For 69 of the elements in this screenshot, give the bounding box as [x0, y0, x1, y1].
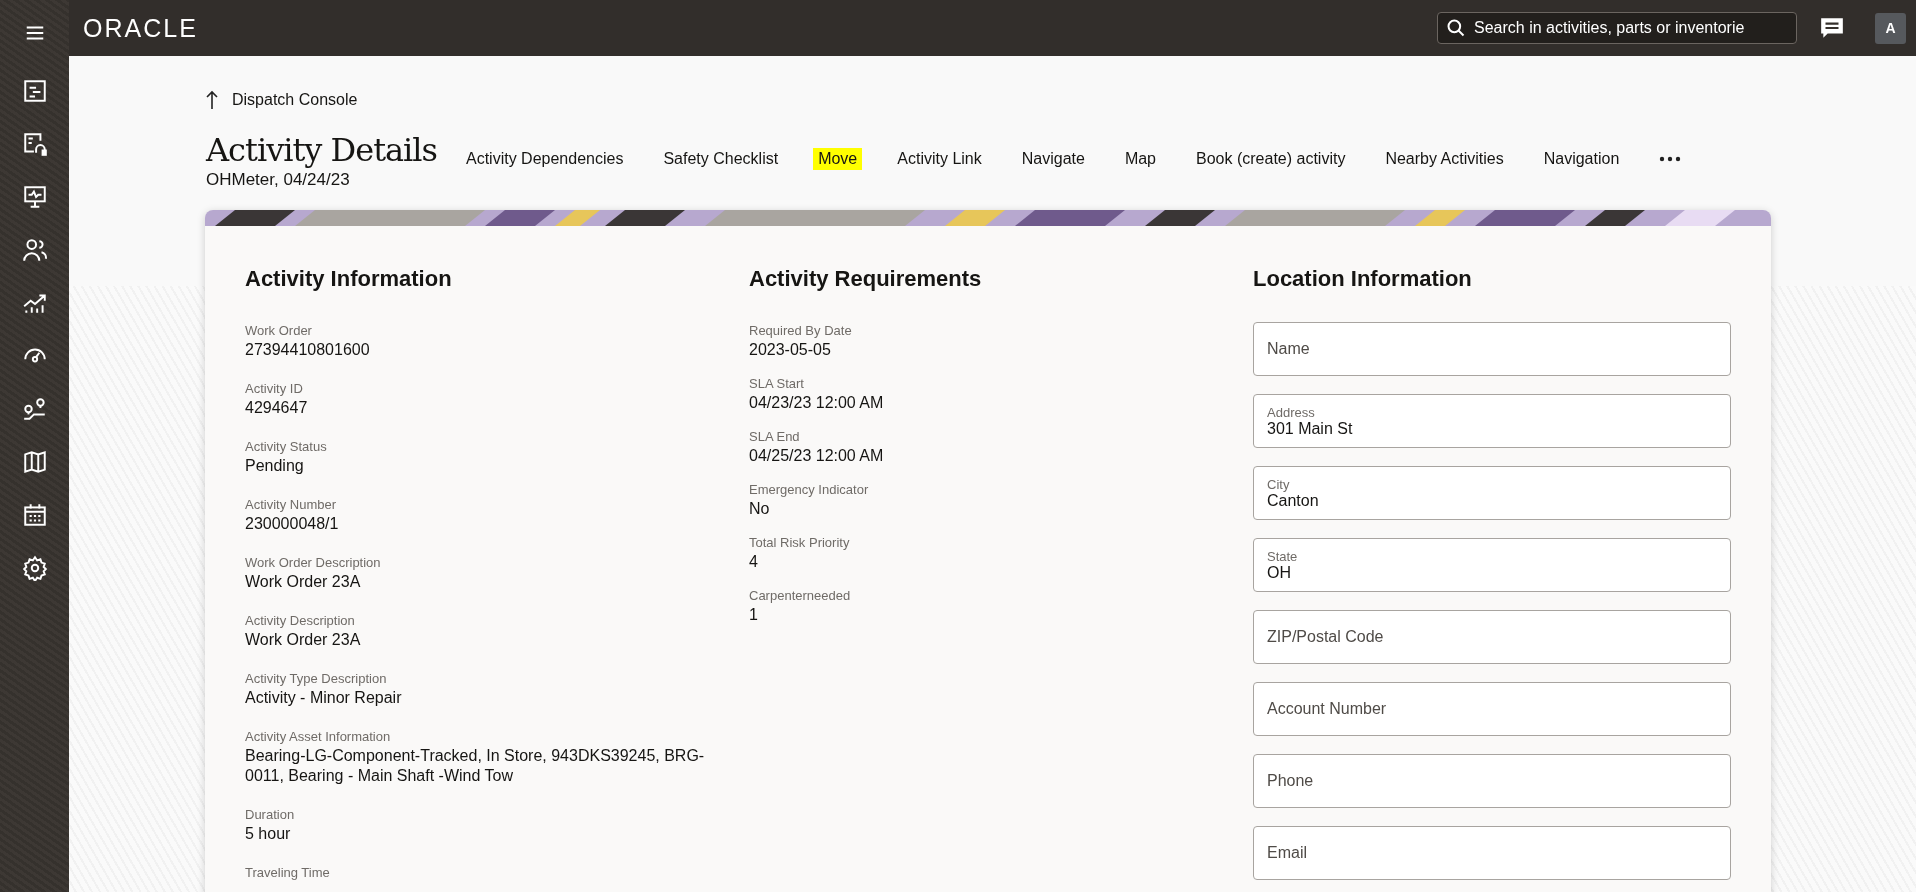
field-value: 4294647 — [245, 398, 309, 418]
action-link[interactable]: Book (create) activity — [1191, 148, 1351, 170]
search-field[interactable]: Search in activities, parts or inventorie — [1437, 12, 1797, 44]
field-value: 04/25/23 12:00 AM — [749, 446, 885, 466]
input-field[interactable]: Account Number — [1253, 682, 1731, 736]
avatar[interactable]: A — [1875, 12, 1906, 44]
field-label: Activity Status — [245, 438, 328, 456]
action-link[interactable]: Map — [1119, 148, 1161, 170]
field-value: 27394410801600 — [245, 340, 371, 360]
field-value: 1 — [749, 605, 759, 625]
field-value: Work Order 23A — [245, 630, 362, 650]
document-headset-icon[interactable] — [21, 131, 48, 157]
field-value: Work Order 23A — [245, 572, 362, 592]
action-link[interactable]: Navigate — [1016, 148, 1090, 170]
field-label: Work Order — [245, 322, 313, 340]
calendar-icon[interactable] — [21, 502, 48, 528]
section-heading: Activity Requirements — [749, 266, 983, 292]
list-icon[interactable] — [21, 78, 48, 104]
field-label: Activity Asset Information — [245, 728, 392, 746]
field-label: Emergency Indicator — [749, 481, 870, 499]
field-label: Total Risk Priority — [749, 534, 851, 552]
input-field[interactable]: Name — [1253, 322, 1731, 376]
action-link[interactable]: Activity Dependencies — [461, 148, 629, 170]
page-title: Activity Details — [206, 132, 438, 168]
field-label: Work Order Description — [245, 554, 382, 572]
field-value: 5 hour — [245, 824, 292, 844]
people-icon[interactable] — [21, 237, 48, 263]
route-pins-icon[interactable] — [21, 396, 48, 422]
field-label: Activity ID — [245, 380, 304, 398]
input-field[interactable]: State OH — [1253, 538, 1731, 592]
settings-icon[interactable] — [21, 555, 48, 581]
input-field[interactable]: Phone — [1253, 754, 1731, 808]
logo[interactable]: ORACLE — [83, 13, 198, 43]
field-value: Activity - Minor Repair — [245, 688, 403, 708]
input-field[interactable]: ZIP/Postal Code — [1253, 610, 1731, 664]
action-link[interactable]: Navigation — [1538, 148, 1625, 170]
page-subtitle: OHMeter, 04/24/23 — [206, 170, 351, 190]
field-label: Required By Date — [749, 322, 853, 340]
field-label: Activity Type Description — [245, 670, 388, 688]
field-label: SLA End — [749, 428, 801, 446]
field-value: Pending — [245, 456, 305, 476]
monitor-icon[interactable] — [21, 184, 48, 210]
field-value: 2023-05-05 — [749, 340, 832, 360]
back-link[interactable]: Dispatch Console — [206, 90, 1772, 110]
chat-icon[interactable] — [1819, 15, 1845, 41]
action-link[interactable]: Move — [813, 148, 863, 170]
search-icon — [1446, 18, 1466, 38]
field-label: Activity Description — [245, 612, 356, 630]
field-value: No — [749, 499, 771, 519]
input-field[interactable]: City Canton — [1253, 466, 1731, 520]
section-heading: Location Information — [1253, 266, 1473, 292]
field-label: Duration — [245, 806, 296, 824]
field-label: Activity Number — [245, 496, 338, 514]
action-link[interactable]: Nearby Activities — [1380, 148, 1509, 170]
field-value: Bearing-LG-Component-Tracked, In Store, 943DKS39245, BRG-0011, Bearing - Main Shaft -Wind Tow — [245, 746, 706, 786]
field-label: SLA Start — [749, 375, 805, 393]
map-icon[interactable] — [21, 449, 48, 475]
field-value: 4 — [749, 552, 759, 572]
field-label: Traveling Time — [245, 864, 331, 882]
input-field[interactable]: Address 301 Main St — [1253, 394, 1731, 448]
action-link[interactable]: Safety Checklist — [658, 148, 784, 170]
field-value: 04/23/23 12:00 AM — [749, 393, 885, 413]
input-field[interactable]: Email — [1253, 826, 1731, 880]
field-label: Carpenterneeded — [749, 587, 852, 605]
more-icon[interactable] — [1658, 155, 1683, 163]
action-link[interactable]: Activity Link — [892, 148, 987, 170]
up-arrow-icon — [206, 90, 218, 110]
section-heading: Activity Information — [245, 266, 453, 292]
field-value: 230000048/1 — [245, 514, 340, 534]
